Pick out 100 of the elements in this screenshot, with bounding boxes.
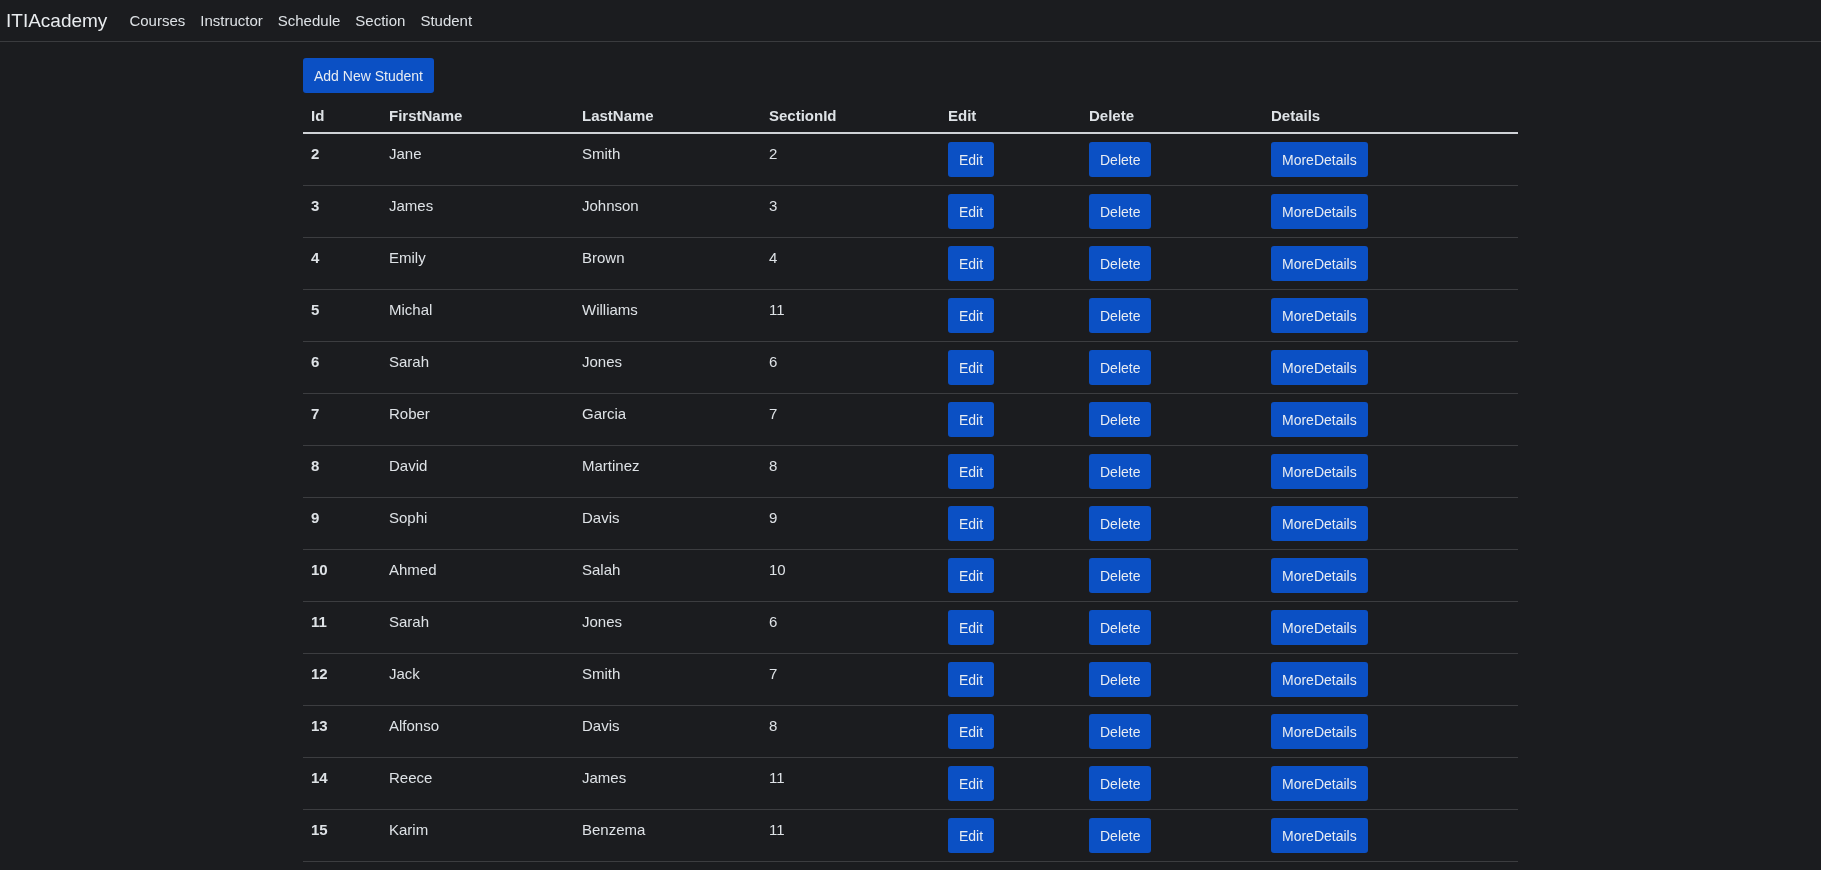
table-cell-text: Emily — [389, 248, 426, 266]
table-cell-text: Johnson — [582, 196, 639, 214]
edit-button[interactable]: Edit — [948, 142, 995, 177]
edit-button[interactable]: Edit — [948, 350, 995, 385]
table-cell-text: David — [389, 456, 428, 474]
details-button[interactable]: MoreDetails — [1271, 818, 1368, 853]
nav-link[interactable]: Instructor — [200, 12, 263, 29]
nav-link[interactable]: Courses — [129, 12, 186, 29]
edit-button[interactable]: Edit — [948, 818, 995, 853]
table-cell-text: Salah — [582, 560, 621, 578]
details-button[interactable]: MoreDetails — [1271, 558, 1368, 593]
table-cell-text: Davis — [582, 508, 620, 526]
column-header: LastName — [574, 97, 761, 133]
table-cell-text: Sarah — [389, 352, 430, 370]
edit-button[interactable]: Edit — [948, 402, 995, 437]
table-cell-text: 6 — [769, 352, 778, 370]
edit-button[interactable]: Edit — [948, 766, 995, 801]
details-button[interactable]: MoreDetails — [1271, 298, 1368, 333]
edit-button[interactable]: Edit — [948, 610, 995, 645]
table-cell-text: Brown — [582, 248, 625, 266]
details-button[interactable]: MoreDetails — [1271, 350, 1368, 385]
delete-button[interactable]: Delete — [1089, 714, 1152, 749]
table-cell-text: 9 — [311, 508, 320, 526]
delete-button[interactable]: Delete — [1089, 610, 1152, 645]
table-cell-text: James — [582, 768, 627, 786]
table-cell-text: 4 — [769, 248, 778, 266]
table-cell-text: 3 — [769, 196, 778, 214]
table-cell-text: 7 — [769, 664, 778, 682]
table-cell-text: 7 — [769, 404, 778, 422]
details-button[interactable]: MoreDetails — [1271, 506, 1368, 541]
table-cell-text: 15 — [311, 820, 328, 838]
nav-link[interactable]: Section — [355, 12, 406, 29]
table-cell-text: Reece — [389, 768, 433, 786]
table-cell-text: Jane — [389, 144, 422, 162]
delete-button[interactable]: Delete — [1089, 558, 1152, 593]
edit-button[interactable]: Edit — [948, 454, 995, 489]
details-button[interactable]: MoreDetails — [1271, 194, 1368, 229]
table-cell-text: Garcia — [582, 404, 627, 422]
column-header: Edit — [940, 97, 1081, 133]
table-cell-text: 8 — [769, 716, 778, 734]
table-cell-text: 8 — [769, 456, 778, 474]
table-cell-text: Jones — [582, 612, 623, 630]
table-cell-text: 11 — [311, 612, 327, 630]
edit-button[interactable]: Edit — [948, 246, 995, 281]
edit-button[interactable]: Edit — [948, 558, 995, 593]
table-cell-text: 14 — [311, 768, 328, 786]
details-button[interactable]: MoreDetails — [1271, 766, 1368, 801]
edit-button[interactable]: Edit — [948, 194, 995, 229]
table-cell-text: Jones — [582, 352, 623, 370]
table-cell-text: Martinez — [582, 456, 640, 474]
add-student-button[interactable]: Add New Student — [303, 58, 434, 93]
table-cell-text: Alfonso — [389, 716, 440, 734]
delete-button[interactable]: Delete — [1089, 454, 1152, 489]
column-header: SectionId — [761, 97, 940, 133]
table-cell-text: Michal — [389, 300, 433, 318]
delete-button[interactable]: Delete — [1089, 662, 1152, 697]
delete-button[interactable]: Delete — [1089, 818, 1152, 853]
delete-button[interactable]: Delete — [1089, 298, 1152, 333]
table-cell-text: Ahmed — [389, 560, 437, 578]
column-header: Id — [303, 97, 381, 133]
table-cell-text: Davis — [582, 716, 620, 734]
table-cell-text: Sarah — [389, 612, 430, 630]
delete-button[interactable]: Delete — [1089, 506, 1152, 541]
table-cell-text: 10 — [311, 560, 328, 578]
details-button[interactable]: MoreDetails — [1271, 662, 1368, 697]
table-cell-text: 2 — [311, 144, 320, 162]
edit-button[interactable]: Edit — [948, 298, 995, 333]
delete-button[interactable]: Delete — [1089, 246, 1152, 281]
details-button[interactable]: MoreDetails — [1271, 402, 1368, 437]
delete-button[interactable]: Delete — [1089, 766, 1152, 801]
table-cell-text: 6 — [311, 352, 320, 370]
edit-button[interactable]: Edit — [948, 506, 995, 541]
edit-button[interactable]: Edit — [948, 714, 995, 749]
delete-button[interactable]: Delete — [1089, 402, 1152, 437]
edit-button[interactable]: Edit — [948, 662, 995, 697]
delete-button[interactable]: Delete — [1089, 142, 1152, 177]
table-cell-text: 8 — [311, 456, 320, 474]
brand-link[interactable]: ITIAcademy — [6, 9, 108, 32]
nav-link[interactable]: Student — [420, 12, 473, 29]
table-cell-text: Jack — [389, 664, 420, 682]
table-cell-text: Karim — [389, 820, 429, 838]
table-cell-text: 13 — [311, 716, 328, 734]
details-button[interactable]: MoreDetails — [1271, 714, 1368, 749]
table-cell-text: Benzema — [582, 820, 646, 838]
table-cell-text: 3 — [311, 196, 320, 214]
table-cell-text: Williams — [582, 300, 638, 318]
table-cell-text: 12 — [311, 664, 328, 682]
table-cell-text: 7 — [311, 404, 320, 422]
table-cell-text: Rober — [389, 404, 430, 422]
delete-button[interactable]: Delete — [1089, 350, 1152, 385]
table-cell-text: 11 — [769, 300, 785, 318]
table-cell-text: 5 — [311, 300, 320, 318]
details-button[interactable]: MoreDetails — [1271, 610, 1368, 645]
details-button[interactable]: MoreDetails — [1271, 246, 1368, 281]
nav-link[interactable]: Schedule — [277, 12, 341, 29]
details-button[interactable]: MoreDetails — [1271, 142, 1368, 177]
delete-button[interactable]: Delete — [1089, 194, 1152, 229]
column-header: Details — [1263, 97, 1518, 133]
column-header: Delete — [1081, 97, 1263, 133]
details-button[interactable]: MoreDetails — [1271, 454, 1368, 489]
